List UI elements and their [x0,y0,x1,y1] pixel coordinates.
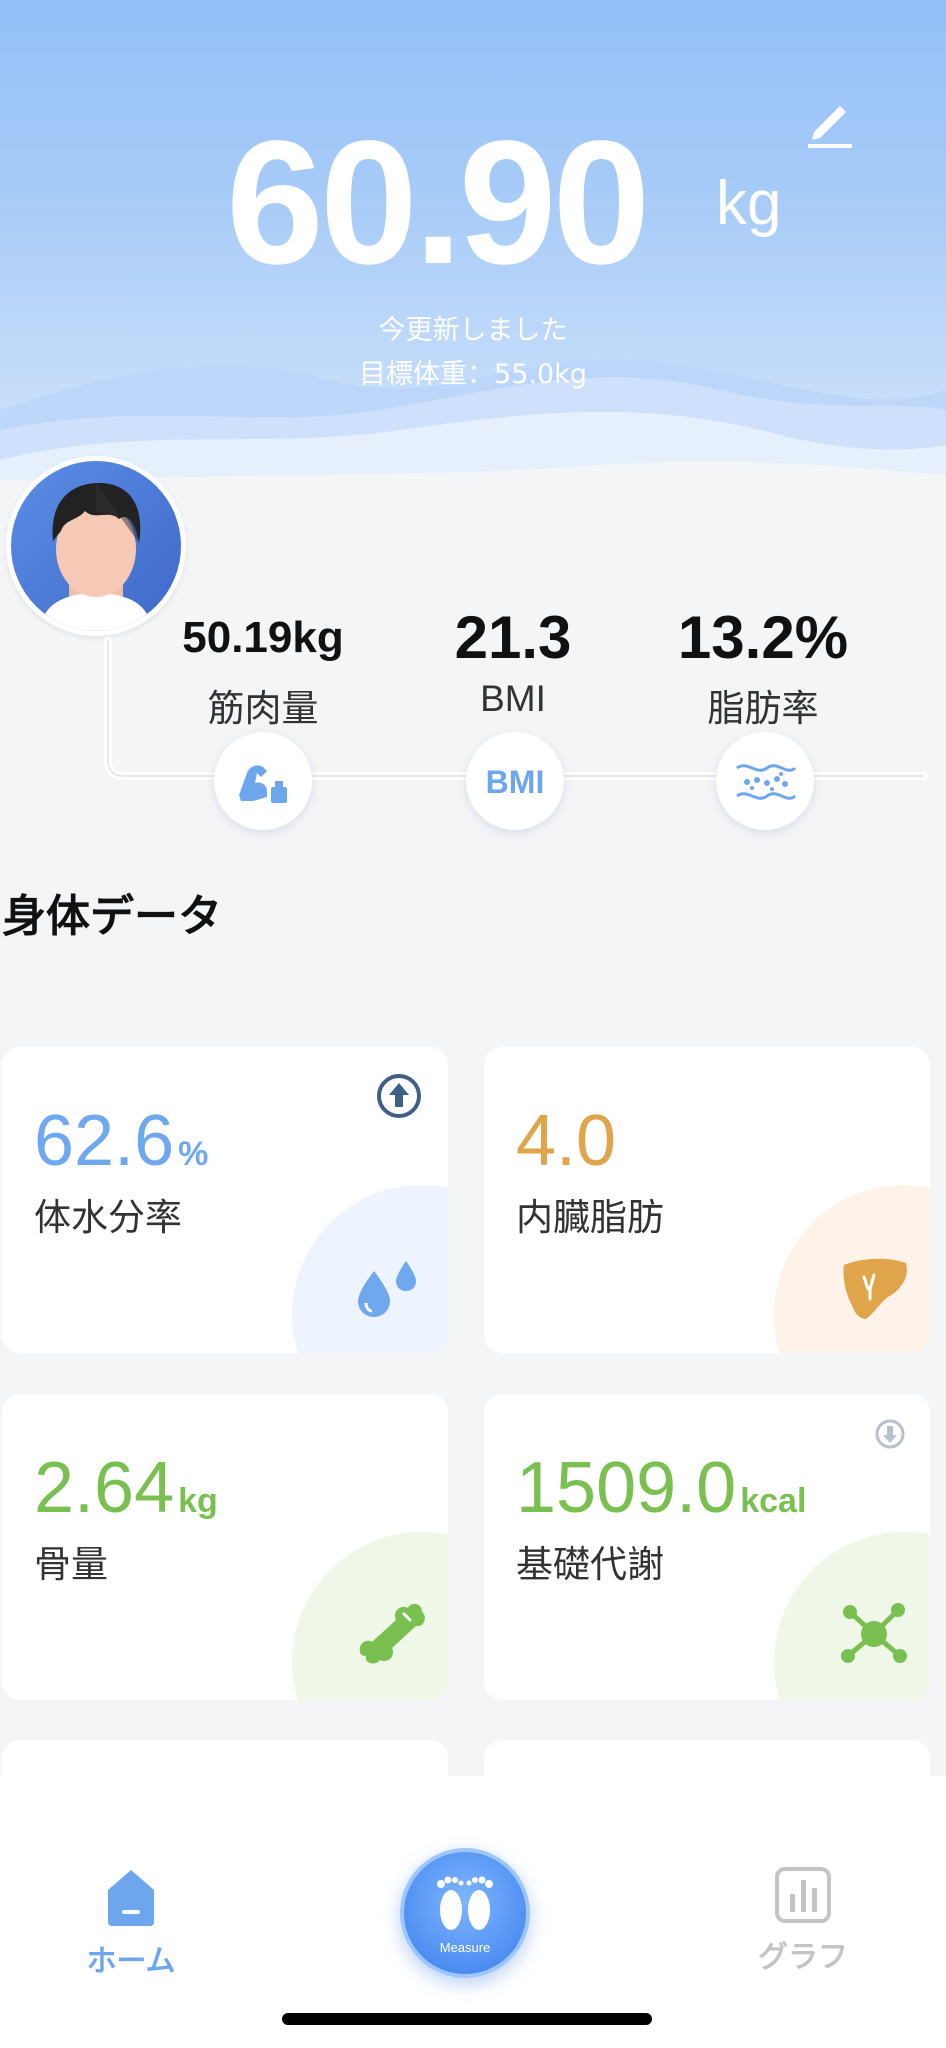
bar-chart-icon [775,1867,831,1923]
card-value: 2.64 kg [34,1446,218,1543]
basal-metabolism-unit: kcal [740,1482,807,1520]
water-drop-icon [358,1261,416,1317]
card-value: 1509.0 kcal [516,1446,806,1543]
update-status: 今更新しました [378,315,568,346]
bmi-icon: BMI [486,764,545,800]
weight-value: 60.90 [226,105,650,301]
body-water-unit: % [178,1135,209,1173]
muscle-icon [239,765,287,803]
home-indicator [282,2013,652,2025]
visceral-fat-value: 4.0 [516,1101,617,1181]
basal-metabolism-label: 基礎代謝 [516,1544,664,1585]
nav-graph-label: グラフ [758,1940,848,1975]
bone-mass-unit: kg [178,1482,218,1520]
body-fat-metric: 13.2% 脂肪率 [638,606,888,732]
muscle-mass-label: 筋肉量 [207,688,319,729]
bone-icon [359,1603,425,1664]
muscle-mass-button[interactable] [214,732,312,830]
trend-down-icon [875,1419,905,1449]
bmi-label: BMI [480,678,546,719]
bone-mass-label: 骨量 [34,1544,108,1585]
weight-header: 60.90 kg 今更新しました 目標体重：55.0kg [0,0,946,480]
bmi-metric: 21.3 BMI [388,606,638,720]
molecule-icon [841,1603,907,1663]
card-body-water[interactable]: 62.6% 体水分率 [2,1047,448,1353]
body-fat-label: 脂肪率 [707,688,819,729]
nav-home-label: ホーム [86,1944,176,1979]
card-bone-mass[interactable]: 2.64 kg 骨量 [2,1394,448,1700]
bmi-value: 21.3 [454,604,572,671]
bone-mass-value: 2.64 [34,1448,175,1528]
svg-text:BMI: BMI [486,764,545,800]
muscle-mass-metric: 50.19kg 筋肉量 [138,606,388,732]
muscle-mass-value: 50.19kg [182,613,344,662]
home-icon [108,1870,154,1926]
body-fat-button[interactable] [716,732,814,830]
body-fat-value: 13.2% [677,604,849,671]
body-water-value: 62.6 [34,1101,175,1181]
liver-icon [843,1258,907,1319]
fat-tissue-icon [736,764,797,800]
nav-graph-tab[interactable]: グラフ [748,1866,858,1976]
bottom-navigation: ホーム Measure グラフ [0,1776,946,2048]
measure-button[interactable]: Measure [400,1848,530,1978]
measure-label: Measure [439,1940,491,1955]
target-weight: 目標体重：55.0kg [359,359,587,390]
visceral-fat-label: 内臓脂肪 [516,1197,664,1238]
trend-up-icon [377,1074,421,1118]
nav-home-tab[interactable]: ホーム [76,1866,186,1980]
card-value: 4.0 [516,1099,620,1196]
basal-metabolism-value: 1509.0 [516,1448,737,1528]
card-visceral-fat[interactable]: 4.0 内臓脂肪 [484,1047,930,1353]
weight-unit: kg [716,169,782,238]
card-basal-metabolism[interactable]: 1509.0 kcal 基礎代謝 [484,1394,930,1700]
bmi-button[interactable]: BMI [466,732,564,830]
body-water-label: 体水分率 [34,1197,182,1238]
footprints-icon [437,1876,493,1930]
weight-display: 60.90 kg [0,105,946,301]
section-title-body-data: 身体データ [2,892,222,941]
card-value: 62.6% [34,1099,208,1196]
